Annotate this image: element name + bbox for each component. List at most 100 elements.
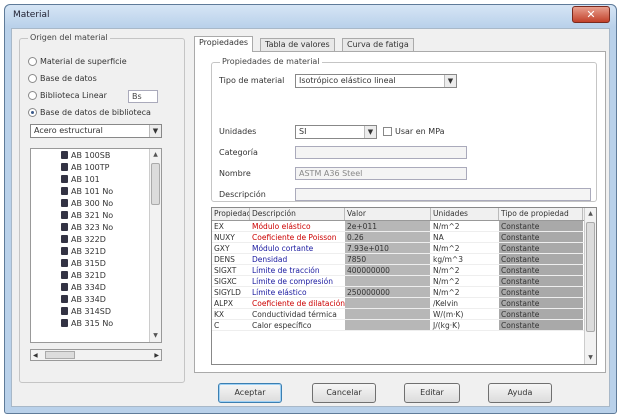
help-button[interactable]: Ayuda	[488, 383, 552, 403]
description-cell: Módulo cortante	[252, 244, 314, 253]
description-cell: Límite elástico	[252, 288, 307, 297]
properties-table: Propiedad Descripción Valor Unidades Tip…	[211, 207, 597, 365]
radio-database[interactable]: Base de datos	[28, 74, 97, 83]
units-combo[interactable]: SI ▼	[295, 125, 377, 139]
column-header[interactable]: Propiedad	[212, 208, 250, 220]
edit-button[interactable]: Editar	[404, 383, 460, 403]
description-label: Descripción	[219, 190, 266, 199]
material-book-icon	[61, 307, 68, 315]
list-item[interactable]: AB 321D	[31, 245, 161, 257]
value-cell[interactable]: 7850	[345, 254, 431, 264]
list-item[interactable]: AB 315D	[31, 257, 161, 269]
list-item-label: AB 100SB	[71, 150, 111, 160]
list-item[interactable]: AB 323 No	[31, 221, 161, 233]
material-type-label: Tipo de material	[219, 76, 285, 85]
table-row[interactable]: SIGXC Límite de compresión N/m^2 Constante	[212, 276, 596, 287]
scroll-up-icon[interactable]: ▲	[150, 149, 161, 161]
table-scrollbar[interactable]: ▲ ▼	[584, 208, 596, 364]
linear-library-input[interactable]: Bs	[128, 90, 158, 103]
library-combo[interactable]: Acero estructural ▼	[30, 124, 162, 138]
name-label: Nombre	[219, 169, 251, 178]
list-item[interactable]: AB 100SB	[31, 149, 161, 161]
property-type-cell: Constante	[499, 232, 583, 242]
list-item-label: AB 322D	[71, 234, 106, 244]
title-bar[interactable]: Material ✕	[5, 5, 616, 27]
table-row[interactable]: DENS Densidad 7850 kg/m^3 Constante	[212, 254, 596, 265]
value-cell[interactable]	[345, 309, 431, 319]
radio-linear-library[interactable]: Biblioteca Linear	[28, 91, 107, 100]
material-book-icon	[61, 247, 68, 255]
table-row[interactable]: KX Conductividad térmica W/(m·K) Constante	[212, 309, 596, 320]
library-list[interactable]: AB 100SB AB 100TP AB 101 AB 101 No AB 300 No…	[30, 148, 162, 343]
list-item[interactable]: AB 334D	[31, 281, 161, 293]
table-row[interactable]: SIGYLD Límite elástico 250000000 N/m^2 Const…	[212, 287, 596, 298]
accept-button[interactable]: Aceptar	[218, 383, 282, 403]
radio-indicator	[28, 91, 37, 100]
column-header[interactable]: Tipo de propiedad	[499, 208, 583, 220]
list-item[interactable]: AB 322D	[31, 233, 161, 245]
value-cell[interactable]	[345, 320, 431, 330]
library-list-scrollbar[interactable]: ▲ ▼	[149, 149, 161, 342]
value-cell[interactable]: 0.26	[345, 232, 431, 242]
list-item[interactable]: AB 100TP	[31, 161, 161, 173]
scrollbar-thumb[interactable]	[151, 163, 160, 205]
value-cell[interactable]: 7.93e+010	[345, 243, 431, 253]
list-item[interactable]: AB 101	[31, 173, 161, 185]
scrollbar-thumb[interactable]	[586, 222, 595, 332]
scroll-left-icon[interactable]: ◀	[33, 350, 38, 361]
column-header[interactable]: Descripción	[250, 208, 345, 220]
value-cell[interactable]: 2e+011	[345, 221, 431, 231]
list-item[interactable]: AB 321 No	[31, 209, 161, 221]
dialog-body: Origen del material Material de superfic…	[11, 28, 610, 407]
column-header[interactable]: Unidades	[431, 208, 499, 220]
category-field[interactable]	[295, 146, 467, 159]
value-cell[interactable]: 250000000	[345, 287, 431, 297]
radio-label: Base de datos de biblioteca	[40, 108, 151, 117]
name-field[interactable]: ASTM A36 Steel	[295, 167, 467, 180]
list-item[interactable]: AB 300 No	[31, 197, 161, 209]
list-item[interactable]: AB 315 No	[31, 317, 161, 329]
list-item[interactable]: AB 334D	[31, 293, 161, 305]
tab-fatigue-curve[interactable]: Curva de fatiga	[342, 38, 414, 51]
table-row[interactable]: GXY Módulo cortante 7.93e+010 N/m^2 Constant…	[212, 243, 596, 254]
list-item-label: AB 300 No	[71, 198, 114, 208]
list-item[interactable]: AB 314SD	[31, 305, 161, 317]
cancel-button[interactable]: Cancelar	[312, 383, 376, 403]
radio-library-database[interactable]: Base de datos de biblioteca	[28, 108, 151, 117]
table-row[interactable]: C Calor específico J/(kg·K) Constante	[212, 320, 596, 331]
description-cell: Límite de compresión	[252, 277, 333, 286]
material-type-value: Isotrópico elástico lineal	[299, 76, 396, 85]
category-label: Categoría	[219, 148, 258, 157]
value-cell[interactable]	[345, 298, 431, 308]
list-item-label: AB 315D	[71, 258, 106, 268]
list-item[interactable]: AB 321D	[31, 269, 161, 281]
use-mpa-checkbox[interactable]	[383, 127, 392, 136]
description-cell: Densidad	[252, 255, 288, 264]
radio-surface-material[interactable]: Material de superficie	[28, 57, 127, 66]
scroll-down-icon[interactable]: ▼	[585, 352, 596, 364]
table-row[interactable]: EX Módulo elástico 2e+011 N/m^2 Constante	[212, 221, 596, 232]
tab-properties[interactable]: Propiedades	[194, 36, 254, 52]
radio-label: Base de datos	[40, 74, 97, 83]
tab-value-table[interactable]: Tabla de valores	[260, 38, 335, 51]
material-book-icon	[61, 271, 68, 279]
table-row[interactable]: ALPX Coeficiente de dilatación/Kelvin Cons…	[212, 298, 596, 309]
radio-indicator	[28, 57, 37, 66]
scroll-right-icon[interactable]: ▶	[154, 350, 159, 361]
library-combo-value: Acero estructural	[34, 126, 103, 135]
scroll-up-icon[interactable]: ▲	[585, 208, 596, 220]
table-row[interactable]: SIGXT Límite de tracción 400000000 N/m^2 Con…	[212, 265, 596, 276]
source-group: Origen del material Material de superfic…	[19, 33, 185, 383]
hscrollbar-thumb[interactable]	[45, 351, 75, 359]
table-row[interactable]: NUXY Coeficiente de Poisson 0.26 NA Constant…	[212, 232, 596, 243]
scroll-down-icon[interactable]: ▼	[150, 330, 161, 342]
table-header: Propiedad Descripción Valor Unidades Tip…	[212, 208, 596, 221]
library-list-hscrollbar[interactable]: ◀ ▶	[30, 349, 162, 361]
value-cell[interactable]	[345, 276, 431, 286]
close-button[interactable]: ✕	[572, 6, 610, 23]
description-field[interactable]	[295, 188, 591, 201]
value-cell[interactable]: 400000000	[345, 265, 431, 275]
column-header[interactable]: Valor	[345, 208, 431, 220]
list-item[interactable]: AB 101 No	[31, 185, 161, 197]
material-type-combo[interactable]: Isotrópico elástico lineal ▼	[295, 74, 457, 88]
